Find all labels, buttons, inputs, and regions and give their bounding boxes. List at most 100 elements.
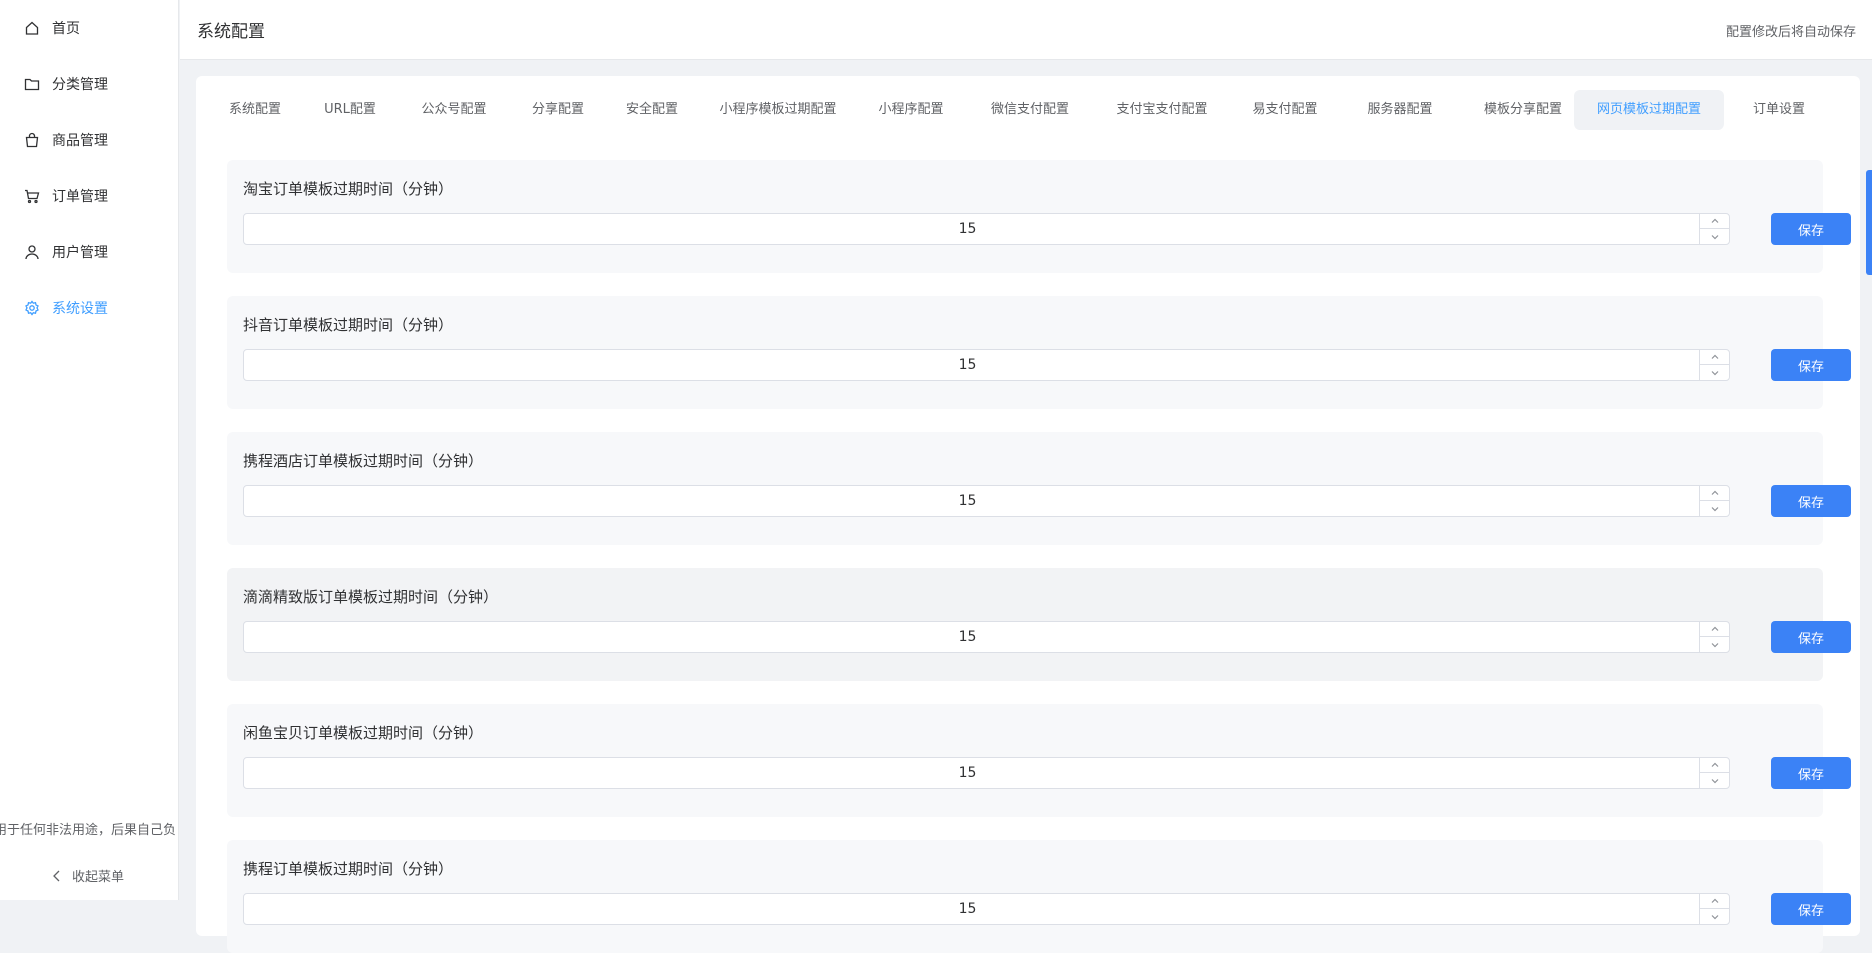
disclaimer-text: 用于任何非法用途，后果自己负 <box>0 823 177 838</box>
expiry-minutes-input[interactable] <box>244 894 1691 924</box>
field-label: 淘宝订单模板过期时间（分钟） <box>243 180 454 198</box>
config-panel-didi: 滴滴精致版订单模板过期时间（分钟） 保存 <box>227 568 1851 681</box>
increment-button[interactable] <box>1700 622 1729 637</box>
sidebar-item-label: 订单管理 <box>52 189 108 205</box>
field-label: 携程订单模板过期时间（分钟） <box>243 860 454 878</box>
chevron-down-icon <box>1711 642 1718 647</box>
number-stepper <box>1699 214 1729 244</box>
save-button[interactable]: 保存 <box>1771 621 1851 653</box>
tab-security-config[interactable]: 安全配置 <box>612 90 692 130</box>
tab-official-account-config[interactable]: 公众号配置 <box>406 90 502 130</box>
home-icon <box>24 20 40 36</box>
scrollbar-thumb[interactable] <box>1866 170 1872 275</box>
tab-miniprogram-template-expiry[interactable]: 小程序模板过期配置 <box>708 90 848 130</box>
sidebar-item-categories[interactable]: 分类管理 <box>0 64 179 104</box>
config-panel-xianyu: 闲鱼宝贝订单模板过期时间（分钟） 保存 <box>227 704 1851 817</box>
tab-easypay-config[interactable]: 易支付配置 <box>1238 90 1332 130</box>
chevron-down-icon <box>1711 778 1718 783</box>
chevron-left-icon <box>52 870 62 882</box>
tab-web-template-expiry[interactable]: 网页模板过期配置 <box>1574 90 1724 130</box>
tab-server-config[interactable]: 服务器配置 <box>1346 90 1454 130</box>
increment-button[interactable] <box>1700 486 1729 501</box>
folder-icon <box>24 76 40 92</box>
config-panel-ctrip-hotel: 携程酒店订单模板过期时间（分钟） 保存 <box>227 432 1851 545</box>
chevron-down-icon <box>1711 506 1718 511</box>
tab-share-config[interactable]: 分享配置 <box>518 90 598 130</box>
decrement-button[interactable] <box>1700 501 1729 516</box>
sidebar-item-users[interactable]: 用户管理 <box>0 232 179 272</box>
number-stepper <box>1699 758 1729 788</box>
sidebar-item-label: 首页 <box>52 21 80 37</box>
page-title: 系统配置 <box>197 22 265 42</box>
sidebar-item-orders[interactable]: 订单管理 <box>0 176 179 216</box>
header: 系统配置 配置修改后将自动保存 <box>180 0 1872 60</box>
increment-button[interactable] <box>1700 214 1729 229</box>
increment-button[interactable] <box>1700 894 1729 909</box>
tab-alipay-config[interactable]: 支付宝支付配置 <box>1100 90 1224 130</box>
tab-miniprogram-config[interactable]: 小程序配置 <box>864 90 958 130</box>
shopping-bag-icon <box>24 132 40 148</box>
sidebar-item-label: 分类管理 <box>52 77 108 93</box>
number-stepper <box>1699 894 1729 924</box>
autosave-note: 配置修改后将自动保存 <box>1725 25 1856 40</box>
expiry-minutes-input[interactable] <box>244 758 1691 788</box>
number-stepper <box>1699 486 1729 516</box>
chevron-down-icon <box>1711 914 1718 919</box>
save-button[interactable]: 保存 <box>1771 349 1851 381</box>
tab-order-settings[interactable]: 订单设置 <box>1736 90 1822 130</box>
number-input <box>243 213 1730 245</box>
number-input <box>243 757 1730 789</box>
config-card: 系统配置 URL配置 公众号配置 分享配置 安全配置 小程序模板过期配置 小程序… <box>196 76 1860 953</box>
field-label: 闲鱼宝贝订单模板过期时间（分钟） <box>243 724 484 742</box>
number-input <box>243 621 1730 653</box>
number-input <box>243 893 1730 925</box>
decrement-button[interactable] <box>1700 365 1729 380</box>
config-panel-ctrip: 携程订单模板过期时间（分钟） 保存 <box>227 840 1851 953</box>
expiry-minutes-input[interactable] <box>244 486 1691 516</box>
decrement-button[interactable] <box>1700 909 1729 924</box>
number-stepper <box>1699 350 1729 380</box>
chevron-up-icon <box>1711 490 1718 495</box>
collapse-menu-button[interactable]: 收起菜单 <box>52 866 124 885</box>
number-stepper <box>1699 622 1729 652</box>
expiry-minutes-input[interactable] <box>244 214 1691 244</box>
save-button[interactable]: 保存 <box>1771 213 1851 245</box>
field-label: 滴滴精致版订单模板过期时间（分钟） <box>243 588 499 606</box>
chevron-up-icon <box>1711 218 1718 223</box>
save-button[interactable]: 保存 <box>1771 757 1851 789</box>
config-panel-douyin: 抖音订单模板过期时间（分钟） 保存 <box>227 296 1851 409</box>
chevron-down-icon <box>1711 234 1718 239</box>
expiry-minutes-input[interactable] <box>244 622 1691 652</box>
decrement-button[interactable] <box>1700 773 1729 788</box>
chevron-up-icon <box>1711 762 1718 767</box>
expiry-minutes-input[interactable] <box>244 350 1691 380</box>
tab-wechat-pay-config[interactable]: 微信支付配置 <box>976 90 1084 130</box>
gear-icon <box>24 300 40 316</box>
decrement-button[interactable] <box>1700 637 1729 652</box>
save-button[interactable]: 保存 <box>1771 485 1851 517</box>
decrement-button[interactable] <box>1700 229 1729 244</box>
tab-template-share-config[interactable]: 模板分享配置 <box>1464 90 1582 130</box>
increment-button[interactable] <box>1700 758 1729 773</box>
chevron-up-icon <box>1711 898 1718 903</box>
tab-url-config[interactable]: URL配置 <box>310 90 390 130</box>
chevron-up-icon <box>1711 626 1718 631</box>
field-label: 抖音订单模板过期时间（分钟） <box>243 316 454 334</box>
collapse-menu-label: 收起菜单 <box>72 870 125 885</box>
field-label: 携程酒店订单模板过期时间（分钟） <box>243 452 484 470</box>
sidebar-item-label: 商品管理 <box>52 133 108 149</box>
user-icon <box>24 244 40 260</box>
config-panel-taobao: 淘宝订单模板过期时间（分钟） 保存 <box>227 160 1851 273</box>
sidebar-item-label: 系统设置 <box>52 301 108 317</box>
number-input <box>243 485 1730 517</box>
number-input <box>243 349 1730 381</box>
sidebar-item-settings[interactable]: 系统设置 <box>0 288 179 328</box>
sidebar-item-products[interactable]: 商品管理 <box>0 120 179 160</box>
sidebar-item-label: 用户管理 <box>52 245 108 261</box>
chevron-up-icon <box>1711 354 1718 359</box>
save-button[interactable]: 保存 <box>1771 893 1851 925</box>
sidebar: 首页 分类管理 商品管理 订单管理 用户管理 系统设置 用于任何非法用途，后果自… <box>0 0 179 900</box>
increment-button[interactable] <box>1700 350 1729 365</box>
tab-system-config[interactable]: 系统配置 <box>212 90 298 130</box>
sidebar-item-home[interactable]: 首页 <box>0 8 179 48</box>
